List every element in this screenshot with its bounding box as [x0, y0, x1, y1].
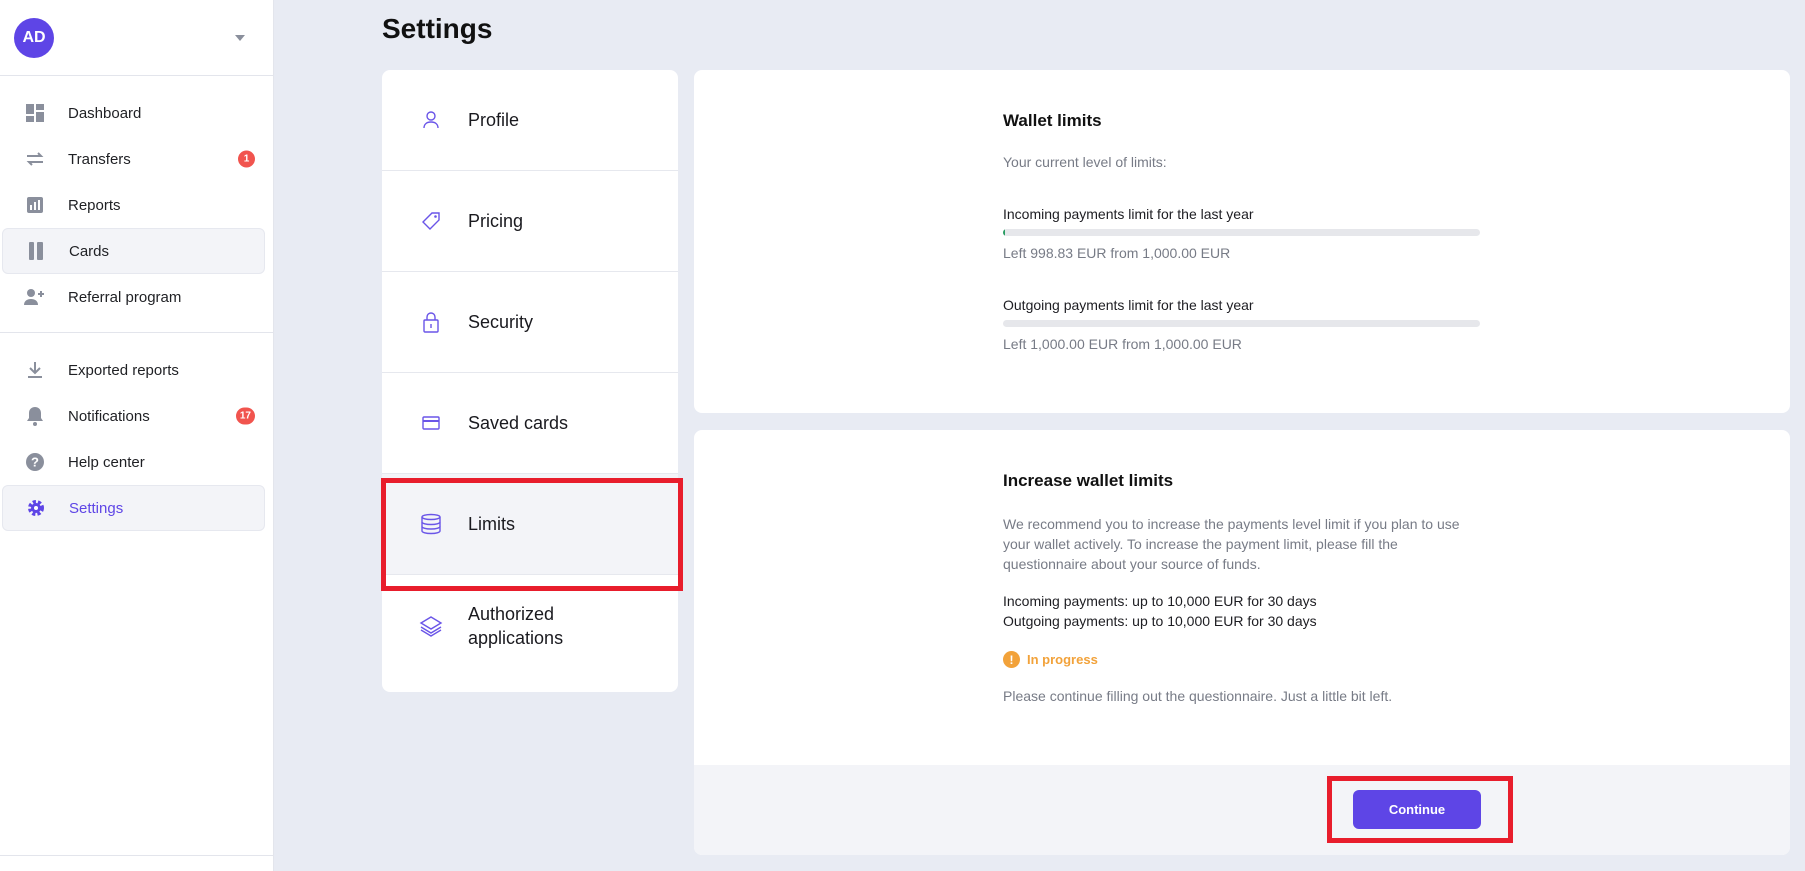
credit-card-icon: [418, 410, 444, 436]
sidebar-item-settings[interactable]: Settings: [2, 485, 265, 531]
sidebar-item-exported-reports[interactable]: Exported reports: [2, 347, 265, 393]
tag-icon: [418, 208, 444, 234]
sidebar-item-label: Reports: [68, 196, 121, 214]
reports-icon: [24, 194, 46, 216]
dashboard-icon: [24, 102, 46, 124]
settings-item-limits[interactable]: Limits: [382, 474, 678, 575]
increase-limits-description: We recommend you to increase the payment…: [1003, 516, 1460, 572]
incoming-payments-line: Incoming payments: up to 10,000 EUR for …: [1003, 593, 1317, 609]
chevron-down-icon[interactable]: [235, 34, 245, 41]
sidebar: AD Dashboard Transfers 1 Reports Cards R…: [0, 0, 274, 871]
incoming-limit-bar: [1003, 229, 1480, 236]
secondary-nav: Exported reports Notifications 17 ? Help…: [0, 333, 273, 543]
wallet-limits-title: Wallet limits: [1003, 111, 1102, 130]
settings-item-label: Pricing: [468, 211, 524, 231]
settings-item-label: Saved cards: [468, 413, 569, 433]
incoming-limit-label: Incoming payments limit for the last yea…: [1003, 206, 1254, 222]
incoming-limit-left: Left 998.83 EUR from 1,000.00 EUR: [1003, 245, 1231, 261]
avatar[interactable]: AD: [14, 17, 54, 58]
continue-button[interactable]: Continue: [1353, 790, 1481, 829]
primary-nav: Dashboard Transfers 1 Reports Cards Refe…: [0, 76, 273, 332]
settings-item-label: Security: [468, 312, 534, 332]
svg-text:?: ?: [31, 455, 39, 470]
questionnaire-note: Please continue filling out the question…: [1003, 688, 1393, 704]
outgoing-limit-left: Left 1,000.00 EUR from 1,000.00 EUR: [1003, 336, 1242, 352]
incoming-limit-bar-fill: [1003, 229, 1005, 236]
increase-limits-title: Increase wallet limits: [1003, 471, 1174, 490]
sidebar-item-reports[interactable]: Reports: [2, 182, 265, 228]
settings-item-security[interactable]: Security: [382, 272, 678, 373]
add-user-icon: [24, 286, 46, 308]
lock-icon: [418, 309, 444, 335]
outgoing-payments-line: Outgoing payments: up to 10,000 EUR for …: [1003, 613, 1317, 629]
sidebar-item-label: Notifications: [68, 407, 150, 425]
settings-item-label: Authorized applications: [468, 603, 564, 648]
sidebar-item-label: Help center: [68, 453, 145, 471]
wallet-limits-card: Wallet limits Your current level of limi…: [694, 70, 1790, 413]
sidebar-item-cards[interactable]: Cards: [2, 228, 265, 274]
settings-item-label: Profile: [468, 110, 520, 130]
account-header[interactable]: AD: [0, 0, 273, 76]
status-badge: ! In progress: [1003, 651, 1483, 668]
bell-icon: [24, 405, 46, 427]
transfers-icon: [24, 148, 46, 170]
settings-item-authorized-applications[interactable]: Authorized applications: [382, 575, 678, 676]
settings-item-label: Limits: [468, 514, 516, 534]
sidebar-item-referral-program[interactable]: Referral program: [2, 274, 265, 320]
page-title: Settings: [382, 13, 493, 44]
sidebar-item-notifications[interactable]: Notifications 17: [2, 393, 265, 439]
settings-item-profile[interactable]: Profile: [382, 70, 678, 171]
wallet-limits-subtitle: Your current level of limits:: [1003, 154, 1167, 170]
sidebar-footer-divider: [0, 855, 273, 856]
layers-icon: [418, 613, 444, 639]
sidebar-item-dashboard[interactable]: Dashboard: [2, 90, 265, 136]
notifications-badge: 17: [235, 407, 255, 425]
settings-item-saved-cards[interactable]: Saved cards: [382, 373, 678, 474]
database-icon: [418, 511, 444, 537]
card-footer: Continue: [694, 765, 1790, 855]
warning-icon: !: [1003, 651, 1020, 668]
outgoing-limit-label: Outgoing payments limit for the last yea…: [1003, 297, 1254, 313]
help-icon: ?: [24, 451, 46, 473]
sidebar-item-label: Exported reports: [68, 361, 179, 379]
settings-item-pricing[interactable]: Pricing: [382, 171, 678, 272]
status-text: In progress: [1027, 652, 1098, 667]
outgoing-limit-bar: [1003, 320, 1480, 327]
sidebar-item-help-center[interactable]: ? Help center: [2, 439, 265, 485]
sidebar-item-label: Transfers: [68, 150, 131, 168]
settings-menu: Profile Pricing Security Saved cards Lim…: [382, 70, 678, 692]
sidebar-item-label: Cards: [69, 242, 110, 260]
user-icon: [418, 107, 444, 133]
gear-icon: [25, 497, 47, 519]
sidebar-item-label: Dashboard: [68, 104, 142, 122]
sidebar-item-label: Referral program: [68, 288, 182, 306]
transfers-badge: 1: [238, 150, 255, 168]
download-icon: [24, 359, 46, 381]
sidebar-item-transfers[interactable]: Transfers 1: [2, 136, 265, 182]
cards-icon: [25, 240, 47, 262]
sidebar-item-label: Settings: [69, 499, 124, 517]
increase-limits-card: Increase wallet limits We recommend you …: [694, 430, 1790, 855]
